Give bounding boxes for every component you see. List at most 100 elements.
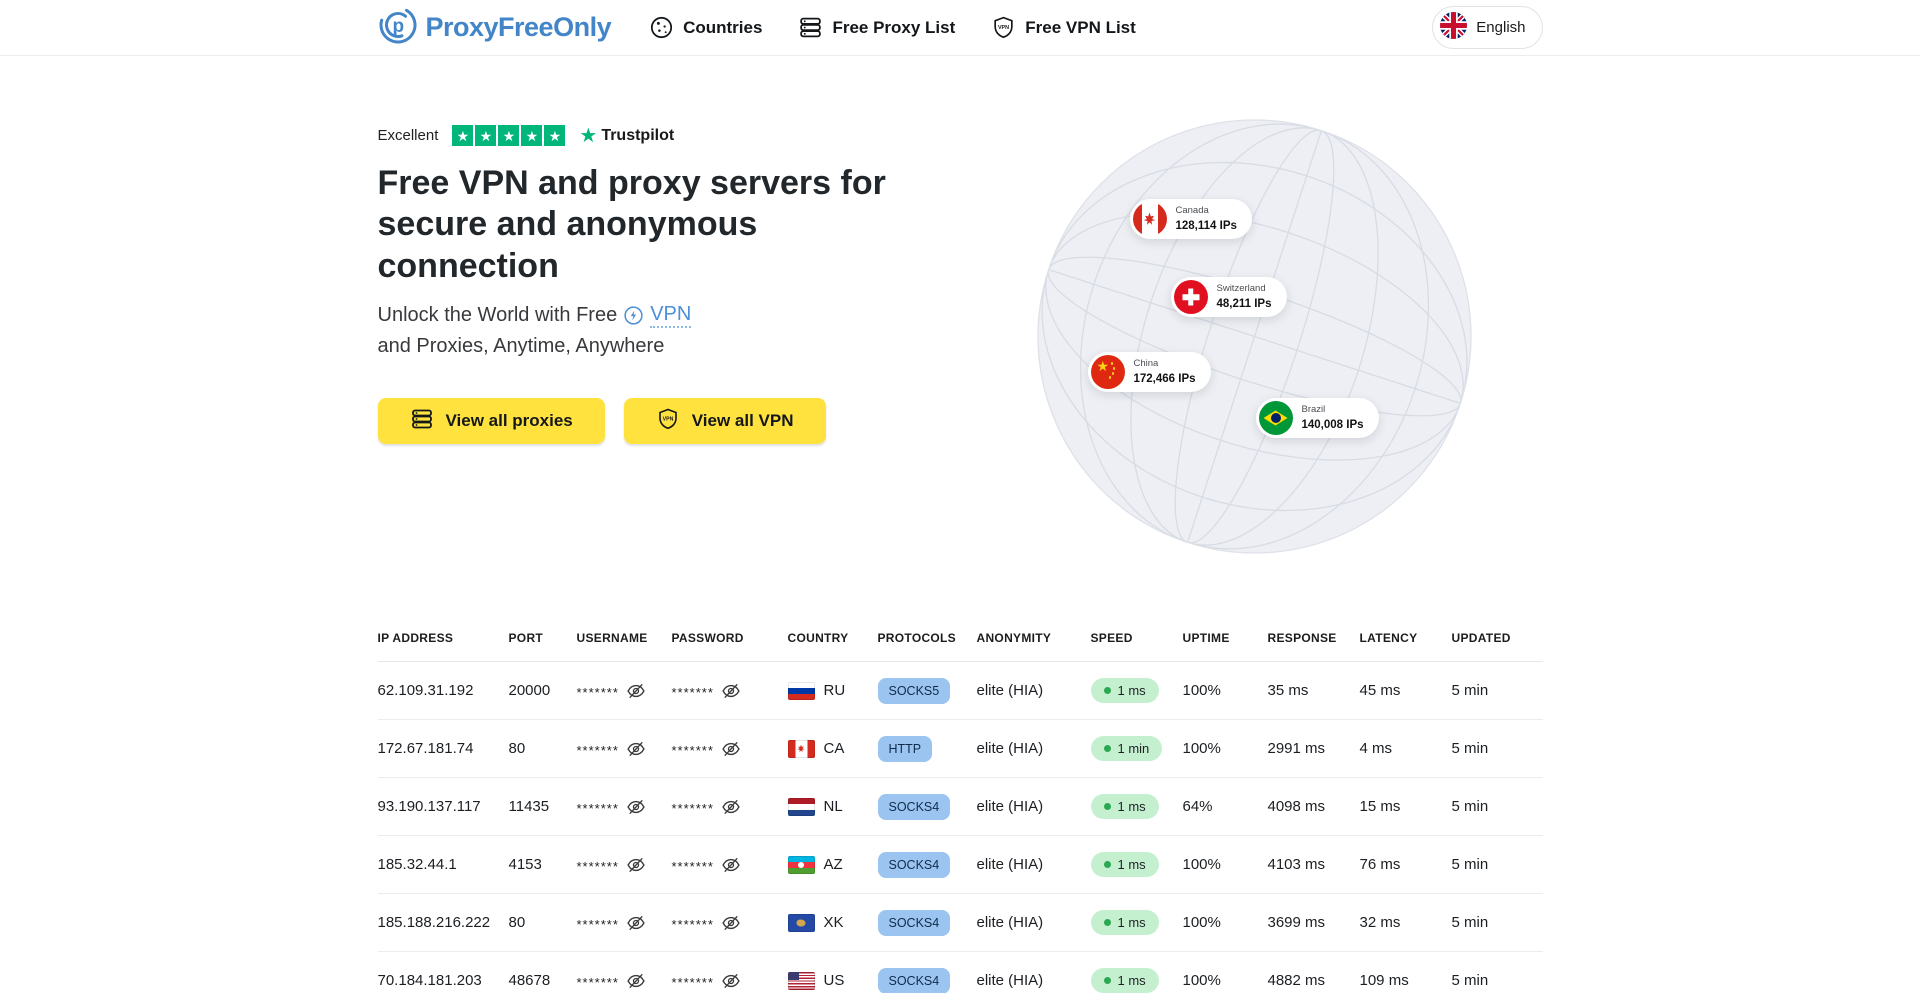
- masked-username: *******: [577, 917, 619, 932]
- cell-protocols: SOCKS5: [878, 662, 977, 720]
- country-flag-icon: [788, 682, 815, 700]
- nav-item-free-proxy-list[interactable]: Free Proxy List: [798, 15, 955, 40]
- reveal-username-eye-off-icon[interactable]: [626, 971, 646, 991]
- table-row: 93.190.137.117 11435 ******* *******: [378, 778, 1543, 836]
- speed-dot-icon: [1104, 861, 1111, 868]
- svg-text:VPN: VPN: [662, 417, 673, 423]
- site-header: p ProxyFreeOnly Countries: [0, 0, 1920, 56]
- reveal-username-eye-off-icon[interactable]: [626, 913, 646, 933]
- col-latency: LATENCY: [1360, 631, 1452, 662]
- globe-marker-canada: Canada 128,114 IPs: [1130, 199, 1252, 239]
- col-response: RESPONSE: [1268, 631, 1360, 662]
- cell-response: 2991 ms: [1268, 720, 1360, 778]
- trustpilot-star-icon: ★: [579, 126, 597, 146]
- bolt-circle-icon: [624, 306, 643, 325]
- marker-country: China: [1134, 357, 1196, 371]
- cell-username: *******: [577, 778, 672, 836]
- cell-uptime: 100%: [1183, 720, 1268, 778]
- globe-marker-china: China 172,466 IPs: [1088, 352, 1211, 392]
- cell-protocols: SOCKS4: [878, 894, 977, 952]
- china-round-flag-icon: [1091, 355, 1125, 389]
- reveal-password-eye-off-icon[interactable]: [721, 681, 741, 701]
- cell-response: 4098 ms: [1268, 778, 1360, 836]
- cell-speed: 1 ms: [1091, 836, 1183, 894]
- cell-port: 4153: [509, 836, 577, 894]
- globe-wireframe: [1036, 116, 1473, 557]
- marker-country: Switzerland: [1217, 282, 1272, 296]
- trustpilot-logo-label: Trustpilot: [601, 127, 674, 145]
- nav-item-countries[interactable]: Countries: [649, 15, 762, 40]
- reveal-password-eye-off-icon[interactable]: [721, 797, 741, 817]
- cell-port: 48678: [509, 952, 577, 993]
- speed-value: 1 ms: [1118, 915, 1146, 930]
- proxy-table-section: IP ADDRESS PORT USERNAME PASSWORD COUNTR…: [378, 631, 1543, 993]
- vpn-shield-icon: VPN: [656, 407, 680, 436]
- table-row: 70.184.181.203 48678 ******* *******: [378, 952, 1543, 993]
- speed-pill: 1 ms: [1091, 678, 1159, 703]
- cell-country: CA: [788, 720, 878, 778]
- country-flag-icon: [788, 914, 815, 932]
- col-country: COUNTRY: [788, 631, 878, 662]
- cell-updated: 5 min: [1452, 720, 1543, 778]
- speed-pill: 1 ms: [1091, 910, 1159, 935]
- cell-ip: 70.184.181.203: [378, 952, 509, 993]
- server-icon: [410, 407, 434, 436]
- reveal-username-eye-off-icon[interactable]: [626, 855, 646, 875]
- cell-password: *******: [672, 894, 788, 952]
- brazil-round-flag-icon: [1259, 401, 1293, 435]
- canada-round-flag-icon: [1133, 202, 1167, 236]
- globe-icon: [649, 15, 674, 40]
- svg-text:p: p: [392, 16, 404, 37]
- protocol-badge: SOCKS5: [878, 678, 951, 704]
- speed-pill: 1 ms: [1091, 968, 1159, 993]
- nav-item-free-vpn-list[interactable]: VPN Free VPN List: [991, 15, 1136, 40]
- speed-pill: 1 ms: [1091, 852, 1159, 877]
- svg-text:VPN: VPN: [998, 25, 1009, 31]
- cell-port: 80: [509, 894, 577, 952]
- reveal-password-eye-off-icon[interactable]: [721, 739, 741, 759]
- view-all-proxies-button[interactable]: View all proxies: [378, 398, 605, 444]
- button-label: View all proxies: [446, 411, 573, 431]
- col-username: USERNAME: [577, 631, 672, 662]
- cell-country: RU: [788, 662, 878, 720]
- cell-anonymity: elite (HIA): [977, 778, 1091, 836]
- cell-ip: 185.32.44.1: [378, 836, 509, 894]
- reveal-username-eye-off-icon[interactable]: [626, 681, 646, 701]
- cell-protocols: SOCKS4: [878, 836, 977, 894]
- globe-illustration: Canada 128,114 IPs Switzerland 48,211 IP…: [1036, 116, 1473, 557]
- cell-latency: 76 ms: [1360, 836, 1452, 894]
- main-nav: Countries Free Proxy List: [649, 15, 1136, 40]
- cell-latency: 32 ms: [1360, 894, 1452, 952]
- subtitle-prefix: Unlock the World with Free: [378, 304, 618, 327]
- country-flag-icon: [788, 740, 815, 758]
- uk-flag-icon: [1440, 12, 1467, 43]
- speed-dot-icon: [1104, 687, 1111, 694]
- masked-username: *******: [577, 975, 619, 990]
- trustpilot-rating-label: Excellent: [378, 127, 439, 144]
- reveal-password-eye-off-icon[interactable]: [721, 855, 741, 875]
- masked-password: *******: [672, 801, 714, 816]
- reveal-username-eye-off-icon[interactable]: [626, 797, 646, 817]
- table-row: 185.32.44.1 4153 ******* *******: [378, 836, 1543, 894]
- cell-password: *******: [672, 720, 788, 778]
- cell-updated: 5 min: [1452, 894, 1543, 952]
- speed-pill: 1 ms: [1091, 794, 1159, 819]
- speed-value: 1 ms: [1118, 857, 1146, 872]
- vpn-link[interactable]: VPN: [650, 303, 691, 328]
- nav-label: Free VPN List: [1025, 18, 1136, 38]
- cell-country: US: [788, 952, 878, 993]
- cell-username: *******: [577, 894, 672, 952]
- language-selector[interactable]: English: [1432, 6, 1542, 49]
- cell-speed: 1 min: [1091, 720, 1183, 778]
- reveal-password-eye-off-icon[interactable]: [721, 913, 741, 933]
- marker-country: Brazil: [1302, 403, 1364, 417]
- reveal-username-eye-off-icon[interactable]: [626, 739, 646, 759]
- logo[interactable]: p ProxyFreeOnly: [378, 5, 612, 50]
- country-code: RU: [824, 682, 846, 699]
- cell-port: 20000: [509, 662, 577, 720]
- view-all-vpn-button[interactable]: VPN View all VPN: [624, 398, 826, 444]
- cell-anonymity: elite (HIA): [977, 952, 1091, 993]
- trustpilot-stars: ★ ★ ★ ★ ★: [452, 125, 565, 146]
- reveal-password-eye-off-icon[interactable]: [721, 971, 741, 991]
- protocol-badge: SOCKS4: [878, 968, 951, 993]
